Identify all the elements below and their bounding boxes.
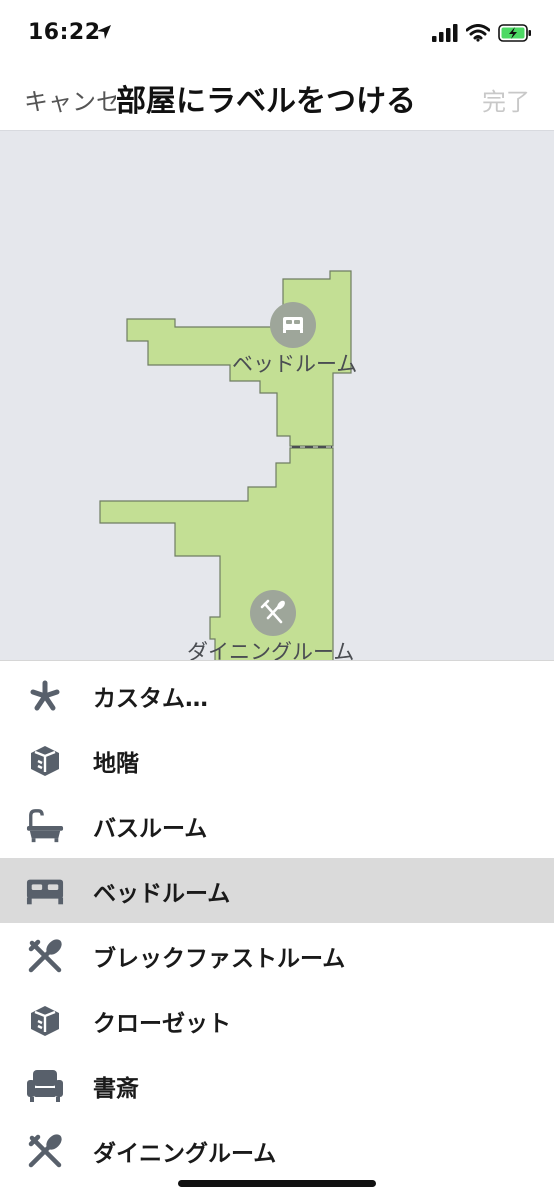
battery-charging-icon (498, 24, 531, 42)
list-item-breakfast-room[interactable]: ブレックファストルーム (0, 923, 554, 988)
list-item-label: 書斎 (93, 1075, 139, 1102)
list-item-label: 地階 (93, 750, 139, 777)
list-item-label: バスルーム (93, 815, 208, 842)
room-label-dining: ダイニングルーム (187, 640, 355, 661)
list-item-custom[interactable]: カスタム… (0, 663, 554, 728)
bed-icon (26, 872, 64, 910)
nav-bar: キャンセル 部屋にラベルをつける 完了 (0, 66, 554, 130)
status-bar: 16:22 (0, 0, 554, 66)
room-type-list[interactable]: カスタム… 地階 バスルーム ベッドルーム ブレックファストルーム クローゼット… (0, 660, 554, 1201)
status-time: 16:22 (28, 20, 101, 45)
fork-spoon-icon (26, 937, 64, 975)
list-item-label: クローゼット (93, 1010, 231, 1037)
list-item-study[interactable]: 書斎 (0, 1053, 554, 1118)
floor-map[interactable]: ベッドルーム ダイニングルーム (0, 130, 554, 661)
done-button[interactable]: 完了 (482, 82, 530, 117)
list-item-label: ブレックファストルーム (93, 945, 346, 972)
list-item-bathroom[interactable]: バスルーム (0, 793, 554, 858)
signal-icon (432, 24, 458, 42)
list-item-label: カスタム… (93, 685, 208, 712)
wifi-icon (466, 24, 490, 42)
home-indicator[interactable] (178, 1180, 376, 1187)
location-arrow-icon (97, 25, 111, 39)
list-item-label: ベッドルーム (93, 880, 231, 907)
fork-spoon-icon (26, 1132, 64, 1170)
room-area-dining[interactable] (99, 447, 334, 661)
floor-plan (99, 270, 352, 661)
room-label-bedroom: ベッドルーム (232, 352, 358, 376)
armchair-icon (26, 1067, 64, 1105)
list-item-basement[interactable]: 地階 (0, 728, 554, 793)
box-icon (26, 1002, 64, 1040)
list-icon-partial (26, 1197, 64, 1201)
status-indicators (432, 22, 532, 44)
room-marker-dining[interactable] (250, 590, 296, 636)
room-marker-bedroom[interactable] (270, 302, 316, 348)
list-item-bedroom[interactable]: ベッドルーム (0, 858, 554, 923)
page-title: 部屋にラベルをつける (116, 84, 416, 119)
cancel-button[interactable]: キャンセル (24, 82, 116, 117)
bathtub-icon (26, 807, 64, 845)
box-icon (26, 742, 64, 780)
list-item-closet[interactable]: クローゼット (0, 988, 554, 1053)
list-item-dining-room[interactable]: ダイニングルーム (0, 1118, 554, 1183)
list-item-label: ダイニングルーム (93, 1140, 277, 1167)
asterisk-icon (26, 677, 64, 715)
